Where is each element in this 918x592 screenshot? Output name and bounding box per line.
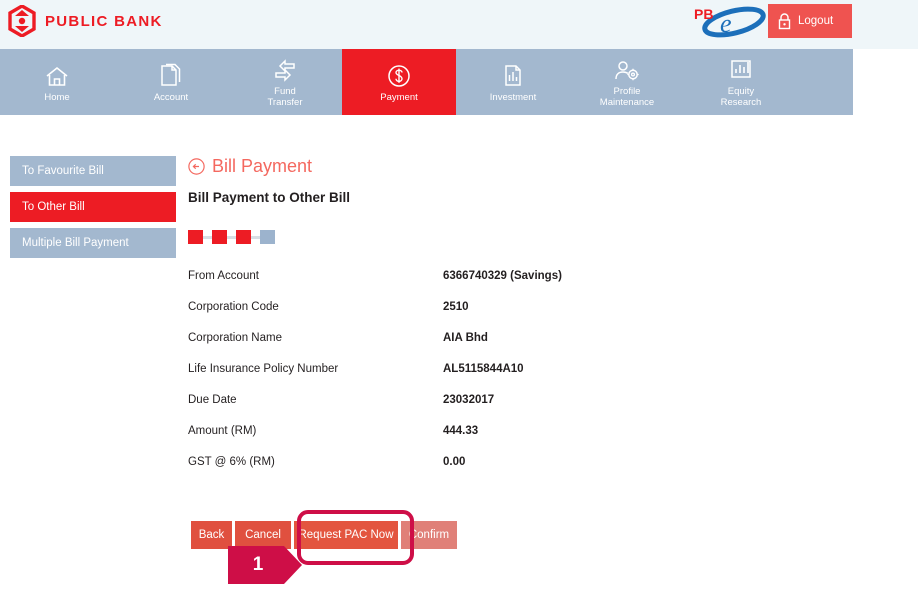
nav-item-payment[interactable]: Payment: [342, 49, 456, 115]
nav-label: Investment: [489, 91, 537, 103]
field-value: AIA Bhd: [443, 332, 488, 344]
field-value: 0.00: [443, 456, 466, 468]
svg-text:e: e: [720, 9, 732, 38]
page-title-text: Bill Payment: [212, 156, 313, 176]
nav-label: Profile Maintenance: [599, 86, 655, 108]
field-row-from-account: From Account 6366740329 (Savings): [188, 270, 888, 301]
callout-arrow-shape: [228, 546, 302, 584]
sidebar-item-label: To Favourite Bill: [22, 165, 104, 177]
cancel-button[interactable]: Cancel: [235, 521, 291, 549]
main-navigation: Home Account Fund Transfer Payment Inves…: [0, 49, 853, 115]
request-pac-now-button[interactable]: Request PAC Now: [294, 521, 398, 549]
field-value: 2510: [443, 301, 469, 313]
pbe-logo-icon: PB e: [694, 6, 766, 38]
nav-item-fund-transfer[interactable]: Fund Transfer: [228, 49, 342, 115]
svg-text:PB: PB: [694, 6, 713, 22]
field-row-corporation-code: Corporation Code 2510: [188, 301, 888, 332]
sidebar-item-multiple-bill-payment[interactable]: Multiple Bill Payment: [10, 228, 176, 258]
public-bank-diamond-logo-icon: [8, 5, 36, 37]
confirm-button[interactable]: Confirm: [401, 521, 457, 549]
back-arrow-circle-icon[interactable]: [188, 158, 205, 175]
transfer-arrows-icon: [272, 56, 298, 83]
annotation-step-number: 1: [252, 554, 264, 575]
user-gear-icon: [613, 56, 641, 83]
field-label: Corporation Name: [188, 332, 282, 344]
page-subtitle: Bill Payment to Other Bill: [188, 190, 351, 205]
logout-label: Logout: [798, 15, 834, 27]
field-value: 444.33: [443, 425, 479, 437]
field-label: GST @ 6% (RM): [188, 456, 275, 468]
field-value: 6366740329 (Savings): [443, 270, 562, 282]
page-title: Bill Payment: [188, 156, 888, 177]
sidebar: To Favourite Bill To Other Bill Multiple…: [10, 156, 176, 264]
nav-item-equity-research[interactable]: Equity Research: [684, 49, 798, 115]
field-label: Amount (RM): [188, 425, 257, 437]
field-row-gst: GST @ 6% (RM) 0.00: [188, 456, 888, 487]
step-connector: [227, 235, 236, 239]
step-1: [188, 230, 203, 244]
brand-name: PUBLIC BANK: [45, 12, 163, 30]
field-label: Life Insurance Policy Number: [188, 363, 339, 375]
bill-payment-summary: From Account 6366740329 (Savings) Corpor…: [188, 270, 888, 487]
main-content: Bill Payment Bill Payment to Other Bill …: [188, 156, 888, 487]
field-row-amount: Amount (RM) 444.33: [188, 425, 888, 456]
field-row-policy-number: Life Insurance Policy Number AL5115844A1…: [188, 363, 888, 394]
documents-icon: [159, 62, 183, 89]
action-button-row: Back Cancel Request PAC Now Confirm: [191, 521, 460, 549]
dollar-circle-icon: [386, 62, 412, 89]
field-value: AL5115844A10: [443, 363, 524, 375]
chart-document-icon: [501, 62, 525, 89]
bar-chart-icon: [728, 56, 754, 83]
field-value: 23032017: [443, 394, 495, 406]
sidebar-item-label: Multiple Bill Payment: [22, 237, 129, 249]
nav-item-account[interactable]: Account: [114, 49, 228, 115]
field-row-due-date: Due Date 23032017: [188, 394, 888, 425]
nav-label: Fund Transfer: [267, 86, 303, 108]
step-connector: [251, 235, 260, 239]
step-connector: [203, 235, 212, 239]
nav-item-home[interactable]: Home: [0, 49, 114, 115]
field-row-corporation-name: Corporation Name AIA Bhd: [188, 332, 888, 363]
sidebar-item-to-favourite-bill[interactable]: To Favourite Bill: [10, 156, 176, 186]
step-3: [236, 230, 251, 244]
sidebar-item-label: To Other Bill: [22, 201, 85, 213]
nav-label: Equity Research: [720, 86, 762, 108]
nav-item-investment[interactable]: Investment: [456, 49, 570, 115]
sidebar-item-to-other-bill[interactable]: To Other Bill: [10, 192, 176, 222]
nav-label: Account: [153, 91, 189, 103]
field-label: Due Date: [188, 394, 237, 406]
field-label: Corporation Code: [188, 301, 279, 313]
nav-item-profile-maintenance[interactable]: Profile Maintenance: [570, 49, 684, 115]
nav-label: Payment: [380, 91, 418, 103]
step-2: [212, 230, 227, 244]
annotation-callout: 1: [228, 546, 302, 584]
brand: PUBLIC BANK: [8, 5, 163, 37]
logout-button[interactable]: Logout: [768, 4, 852, 38]
back-button[interactable]: Back: [191, 521, 232, 549]
lock-icon: [778, 12, 791, 29]
field-label: From Account: [188, 270, 259, 282]
step-4: [260, 230, 275, 244]
nav-label: Home: [44, 91, 70, 103]
home-icon: [44, 62, 70, 89]
app-header: PUBLIC BANK PB e Logout: [0, 0, 918, 49]
step-indicator: [188, 230, 888, 244]
